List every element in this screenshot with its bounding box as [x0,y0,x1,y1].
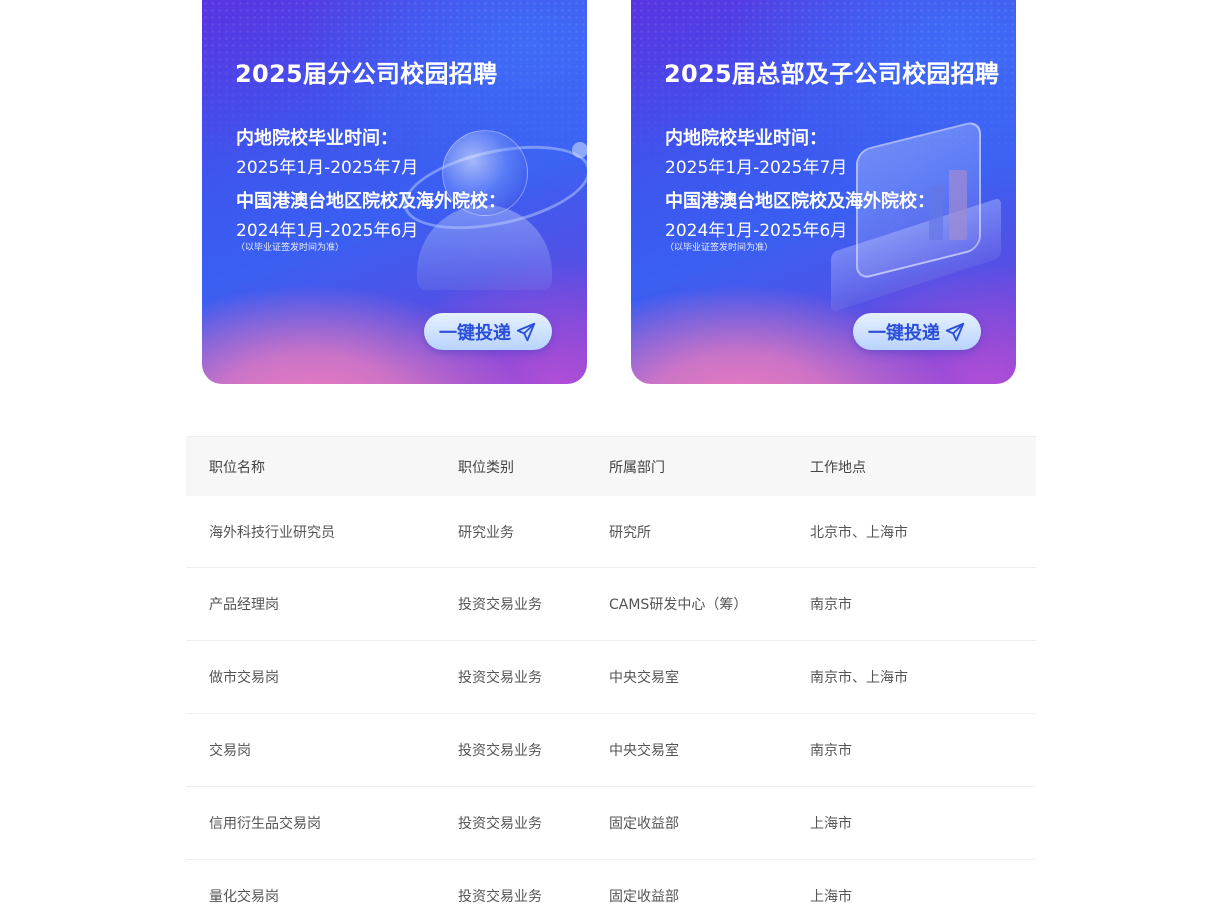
header-department: 所属部门 [609,459,665,476]
overseas-graduation-heading: 中国港澳台地区院校及海外院校： [236,191,506,212]
table-body: 海外科技行业研究员 研究业务 研究所 北京市、上海市 产品经理岗 投资交易业务 … [186,496,1036,918]
banner-title: 2025届分公司校园招聘 [235,60,498,88]
table-row[interactable]: 海外科技行业研究员 研究业务 研究所 北京市、上海市 [186,496,1036,568]
cell-work-location: 南京市 [810,597,852,613]
cell-position-name[interactable]: 信用衍生品交易岗 [186,813,458,833]
table-row[interactable]: 做市交易岗 投资交易业务 中央交易室 南京市、上海市 [186,641,1036,714]
header-position-category: 职位类别 [458,459,514,476]
job-listing-table: 职位名称 职位类别 所属部门 工作地点 海外科技行业研究员 研究业务 研究所 北… [186,436,1036,918]
paper-plane-icon [945,322,965,341]
mainland-graduation-heading: 内地院校毕业时间： [665,128,827,149]
cell-position-category: 投资交易业务 [458,889,542,905]
cell-department: 固定收益部 [609,889,679,905]
cell-position-name[interactable]: 产品经理岗 [186,594,458,614]
table-row[interactable]: 交易岗 投资交易业务 中央交易室 南京市 [186,714,1036,787]
cell-department: 研究所 [609,524,651,541]
cell-work-location: 北京市、上海市 [810,524,908,541]
cell-position-name[interactable]: 交易岗 [186,740,458,760]
cell-position-category: 投资交易业务 [458,816,542,832]
mainland-graduation-heading: 内地院校毕业时间： [236,128,398,149]
cell-position-category: 投资交易业务 [458,743,542,759]
mainland-graduation-dates: 2025年1月-2025年7月 [665,158,848,178]
cell-position-category: 投资交易业务 [458,597,542,613]
graduation-note: （以毕业证签发时间为准） [236,243,345,253]
table-header: 职位名称 职位类别 所属部门 工作地点 [186,436,1036,496]
page: 2025届分公司校园招聘 内地院校毕业时间： 2025年1月-2025年7月 中… [0,0,1216,918]
paper-plane-icon [516,322,536,341]
cell-department: 固定收益部 [609,816,679,832]
one-click-apply-button[interactable]: 一键投递 [424,313,552,350]
table-row[interactable]: 产品经理岗 投资交易业务 CAMS研发中心（筹） 南京市 [186,568,1036,641]
apply-button-label: 一键投递 [868,322,940,344]
cell-department: CAMS研发中心（筹） [609,597,748,613]
cell-department: 中央交易室 [609,743,679,759]
header-work-location: 工作地点 [810,459,866,476]
overseas-graduation-heading: 中国港澳台地区院校及海外院校： [665,191,935,212]
cell-position-name[interactable]: 海外科技行业研究员 [186,522,458,542]
banner-title: 2025届总部及子公司校园招聘 [664,60,1000,88]
cell-work-location: 上海市 [810,889,852,905]
decorative-bar [949,170,967,240]
cell-work-location: 上海市 [810,816,852,832]
mainland-graduation-dates: 2025年1月-2025年7月 [236,158,419,178]
table-row[interactable]: 信用衍生品交易岗 投资交易业务 固定收益部 上海市 [186,787,1036,860]
overseas-graduation-dates: 2024年1月-2025年6月 [665,221,848,241]
one-click-apply-button[interactable]: 一键投递 [853,313,981,350]
cell-work-location: 南京市、上海市 [810,670,908,686]
cell-position-category: 研究业务 [458,524,514,541]
cell-position-name[interactable]: 做市交易岗 [186,667,458,687]
apply-button-label: 一键投递 [439,322,511,344]
hq-subsidiary-recruitment-banner[interactable]: 2025届总部及子公司校园招聘 内地院校毕业时间： 2025年1月-2025年7… [631,0,1016,384]
cell-position-name[interactable]: 量化交易岗 [186,886,458,906]
header-position-name: 职位名称 [209,459,265,476]
decorative-bubble [572,142,587,158]
table-row[interactable]: 量化交易岗 投资交易业务 固定收益部 上海市 [186,860,1036,918]
graduation-note: （以毕业证签发时间为准） [665,243,774,253]
overseas-graduation-dates: 2024年1月-2025年6月 [236,221,419,241]
branch-recruitment-banner[interactable]: 2025届分公司校园招聘 内地院校毕业时间： 2025年1月-2025年7月 中… [202,0,587,384]
cell-position-category: 投资交易业务 [458,670,542,686]
cell-work-location: 南京市 [810,743,852,759]
cell-department: 中央交易室 [609,670,679,686]
